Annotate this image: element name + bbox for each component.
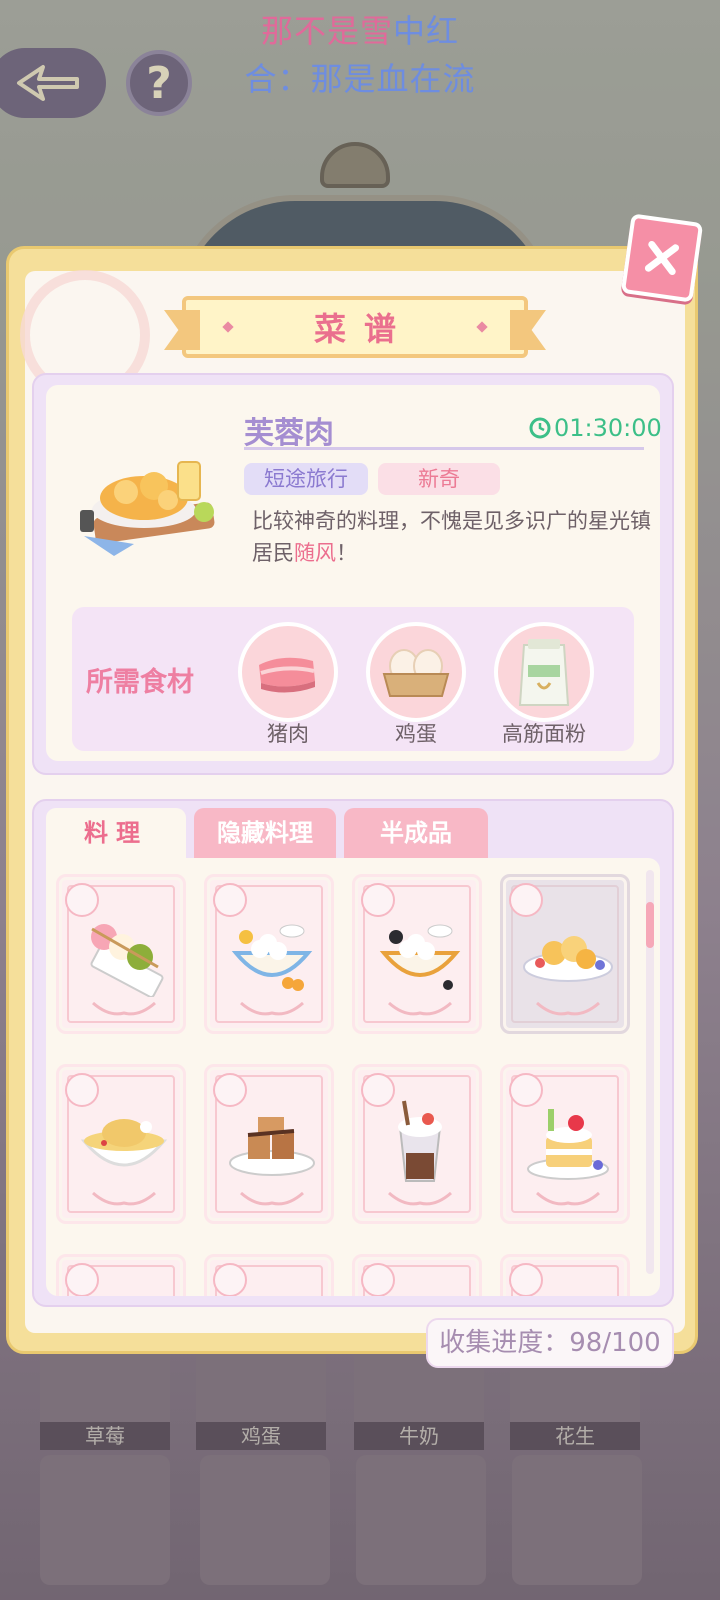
dango-icon <box>90 924 164 997</box>
recipe-card-black-sesame-tangyuan[interactable] <box>352 874 482 1034</box>
recipe-card[interactable] <box>204 1254 334 1296</box>
recipe-card-chicken-soup[interactable] <box>56 1064 186 1224</box>
strawberry-cake-icon <box>527 1109 609 1180</box>
close-icon <box>644 240 680 276</box>
tab-hidden-dishes[interactable]: 隐藏料理 <box>194 808 336 858</box>
cook-time-value: 01:30:00 <box>554 414 662 442</box>
dish-description: 比较神奇的料理，不愧是见多识广的星光镇居民随风！ <box>252 509 651 565</box>
back-button[interactable] <box>0 48 106 118</box>
pork-icon <box>259 657 315 693</box>
laurel-icon <box>92 1001 156 1016</box>
help-button[interactable]: ? <box>126 50 192 116</box>
title-banner: 菜谱 <box>164 296 546 358</box>
recipe-card-parfait[interactable] <box>352 1064 482 1224</box>
recipe-card-tiramisu[interactable] <box>204 1064 334 1224</box>
ingredient-label: 鸡蛋 <box>395 722 437 746</box>
collection-progress: 收集进度：98/100 <box>426 1318 674 1368</box>
lyric-line-1: 那不是雪中红 <box>260 12 460 50</box>
diamond-icon <box>222 321 234 333</box>
ingredient-egg[interactable]: 鸡蛋 <box>366 622 466 746</box>
tiramisu-icon <box>229 1117 315 1176</box>
recipe-card[interactable] <box>56 1254 186 1296</box>
clock-icon <box>529 417 551 439</box>
recipe-card-dango[interactable] <box>56 874 186 1034</box>
divider <box>244 447 644 450</box>
ingredients-title: 所需食材 <box>86 667 194 698</box>
back-arrow-icon <box>17 65 79 101</box>
tag-short-trip: 短途旅行 <box>244 463 368 495</box>
cook-time: 01:30:00 <box>528 414 662 442</box>
tag-novelty: 新奇 <box>378 463 500 495</box>
tab-dishes[interactable]: 料理 <box>46 808 186 862</box>
ingredient-label: 猪肉 <box>267 722 309 746</box>
parfait-icon <box>398 1100 442 1182</box>
ingredient-bread-flour[interactable]: 高筋面粉 <box>494 622 594 746</box>
recipe-card[interactable] <box>500 1254 630 1296</box>
ingredient-label: 高筋面粉 <box>502 722 586 746</box>
flour-bag-icon <box>518 639 570 706</box>
scrollbar-thumb[interactable] <box>646 902 654 948</box>
tab-semi-finished[interactable]: 半成品 <box>344 808 488 858</box>
furong-pork-dish-icon <box>80 461 215 556</box>
recipe-card-strawberry-cake[interactable] <box>500 1064 630 1224</box>
recipe-card-furong-pork[interactable] <box>500 874 630 1034</box>
recipe-card-tangyuan[interactable] <box>204 874 334 1034</box>
chicken-soup-icon <box>80 1119 168 1167</box>
page-title: 菜谱 <box>313 310 414 348</box>
recipe-card[interactable] <box>352 1254 482 1296</box>
lyric-line-2: 合：那是血在流 <box>244 60 476 98</box>
diamond-icon <box>476 321 488 333</box>
tangyuan-icon <box>231 924 313 991</box>
recipe-grid[interactable] <box>46 858 660 1296</box>
npc-name-highlight: 随风 <box>294 541 336 565</box>
close-button[interactable] <box>620 213 704 303</box>
egg-carton-icon <box>382 649 450 697</box>
ingredient-pork[interactable]: 猪肉 <box>238 622 338 746</box>
dish-name: 芙蓉肉 <box>244 416 334 451</box>
furong-pork-icon <box>523 936 613 982</box>
black-sesame-tangyuan-icon <box>379 924 461 990</box>
